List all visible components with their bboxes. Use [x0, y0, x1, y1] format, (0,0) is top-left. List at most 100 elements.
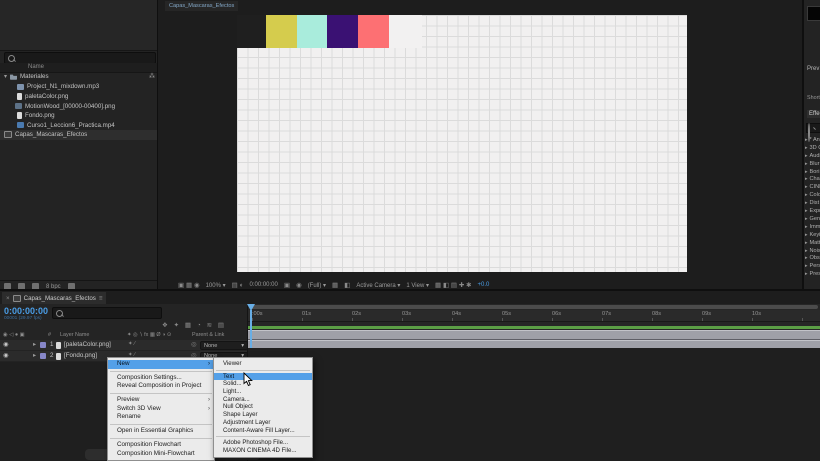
submenu-item-solid[interactable]: Solid...: [214, 380, 312, 388]
magnification-dropdown[interactable]: 100% ▾: [206, 282, 226, 289]
effect-category[interactable]: ▸3D C: [805, 144, 820, 152]
submenu-item-cinema4d-file[interactable]: MAXON CINEMA 4D File...: [214, 447, 312, 455]
project-item-label[interactable]: Materiales: [20, 73, 49, 80]
snapshot-icon[interactable]: ▣: [284, 281, 290, 289]
menu-item-open-essential-graphics[interactable]: Open in Essential Graphics: [108, 427, 214, 436]
channel-icon[interactable]: ◉: [296, 281, 302, 289]
project-item[interactable]: Curso1_Leccion6_Practica.mp4: [0, 121, 174, 131]
viewer-tab[interactable]: Capas_Mascaras_Efectos: [165, 1, 238, 11]
layer-name[interactable]: [Fondo.png]: [64, 352, 97, 359]
twirl-right-icon[interactable]: ▸: [33, 341, 36, 348]
eye-icon[interactable]: ◉: [3, 352, 8, 359]
current-timecode[interactable]: 0:00:00:00: [4, 306, 48, 316]
effect-category[interactable]: ▸Keyi: [805, 231, 820, 239]
layer-label-color[interactable]: [40, 342, 46, 348]
effect-category[interactable]: ▸Dist: [805, 199, 820, 207]
menu-item-preview[interactable]: Preview›: [108, 396, 214, 405]
effects-search-input[interactable]: [806, 123, 820, 133]
camera-dropdown[interactable]: Active Camera ▾: [356, 282, 400, 289]
panel-menu-icon[interactable]: ≡: [99, 295, 103, 302]
submenu-item-content-aware-fill[interactable]: Content-Aware Fill Layer...: [214, 427, 312, 435]
project-item-label[interactable]: Capas_Mascaras_Efectos: [15, 131, 87, 138]
project-item-composition[interactable]: Capas_Mascaras_Efectos: [0, 130, 161, 140]
submenu-item-photoshop-file[interactable]: Adobe Photoshop File...: [214, 439, 312, 447]
roi-icon[interactable]: ▦: [332, 281, 338, 289]
submenu-item-text[interactable]: Text: [214, 373, 312, 381]
ruler-tick: 04s: [452, 311, 461, 317]
effect-category[interactable]: ▸Bori: [805, 168, 820, 176]
submenu-item-camera[interactable]: Camera...: [214, 396, 312, 404]
layer-switches[interactable]: ✦ ∕: [128, 341, 135, 347]
viewer-timecode[interactable]: 0:00:00:00: [250, 282, 278, 288]
twirl-right-icon[interactable]: ▸: [33, 352, 36, 359]
effect-category[interactable]: ▸Colo: [805, 191, 820, 199]
submenu-item-viewer[interactable]: Viewer: [214, 360, 312, 368]
effect-category[interactable]: ▸Nois: [805, 247, 820, 255]
close-icon[interactable]: ×: [6, 295, 10, 302]
menu-item-composition-settings[interactable]: Composition Settings...: [108, 374, 214, 383]
effects-presets-tab[interactable]: Effec: [807, 110, 820, 118]
project-item[interactable]: Project_N1_mixdown.mp3: [0, 82, 174, 92]
transparency-grid-icon[interactable]: ◧: [344, 281, 350, 289]
layer-name-column-header[interactable]: Layer Name: [60, 332, 89, 338]
flowchart-badge-icon[interactable]: ⁂: [149, 73, 155, 80]
name-column-header[interactable]: Name: [28, 64, 44, 70]
playhead-line[interactable]: [250, 310, 252, 348]
composition-canvas[interactable]: [237, 15, 687, 272]
submenu-item-adjustment-layer[interactable]: Adjustment Layer: [214, 419, 312, 427]
menu-item-switch-3d-view[interactable]: Switch 3D View›: [108, 405, 214, 414]
timeline-toolbar-icons[interactable]: ❖ ✦ ▦ ◔ ≋ ▤: [162, 321, 226, 329]
menu-item-new[interactable]: New›: [108, 360, 214, 369]
project-item-label[interactable]: MotionWood_[00000-00400].png: [25, 103, 115, 110]
effect-category[interactable]: ▸Imme: [805, 223, 820, 231]
resolution-dropdown[interactable]: (Full) ▾: [308, 282, 326, 289]
effect-category[interactable]: ▸Expr: [805, 207, 820, 215]
menu-item-composition-flowchart[interactable]: Composition Flowchart: [108, 441, 214, 450]
twirl-down-icon[interactable]: ▾: [4, 73, 7, 80]
submenu-item-light[interactable]: Light...: [214, 388, 312, 396]
project-item-label[interactable]: paletaColor.png: [25, 93, 68, 100]
grid-guides-icon[interactable]: ▤ ◐: [232, 281, 244, 289]
effect-category[interactable]: ▸Blur: [805, 160, 820, 168]
project-item-label[interactable]: Curso1_Leccion6_Practica.mp4: [27, 122, 115, 129]
preview-panel-tab[interactable]: Prev: [807, 66, 819, 72]
exposure-value[interactable]: +0.0: [478, 282, 490, 288]
effect-category[interactable]: ▸Chan: [805, 176, 820, 184]
menu-item-rename[interactable]: Rename: [108, 413, 214, 422]
project-item-label[interactable]: Fondo.png: [25, 112, 55, 119]
project-item-label[interactable]: Project_N1_mixdown.mp3: [27, 83, 99, 90]
timeline-search-input[interactable]: [52, 307, 162, 319]
effect-category[interactable]: ▸CINE: [805, 183, 820, 191]
fill-color-swatch[interactable]: [807, 6, 820, 21]
effect-category[interactable]: ▸Obso: [805, 255, 820, 263]
project-item-folder[interactable]: ▾ Materiales ⁂: [0, 72, 161, 82]
number-column-header[interactable]: #: [48, 332, 51, 338]
always-preview-icon[interactable]: ▣ ▦ ◉: [178, 281, 200, 289]
submenu-item-shape-layer[interactable]: Shape Layer: [214, 411, 312, 419]
pickwhip-icon[interactable]: ◎: [191, 341, 196, 348]
parent-dropdown[interactable]: None▾: [200, 341, 248, 350]
pixel-aspect-icon[interactable]: ▦ ◧ ▤ ✚ ✱: [435, 281, 472, 289]
effect-category[interactable]: ▸Gene: [805, 215, 820, 223]
time-navigator-bar[interactable]: [250, 305, 818, 309]
project-item[interactable]: MotionWood_[00000-00400].png: [0, 102, 172, 112]
submenu-item-null-object[interactable]: Null Object: [214, 403, 312, 411]
view-layout-dropdown[interactable]: 1 View ▾: [406, 282, 429, 289]
time-ruler[interactable]: :00s 01s 02s 03s 04s 05s 06s 07s 08s 09s…: [248, 310, 820, 322]
parent-link-column-header[interactable]: Parent & Link: [192, 332, 224, 338]
menu-item-composition-mini-flowchart[interactable]: Composition Mini-Flowchart: [108, 450, 214, 459]
project-item[interactable]: Fondo.png: [0, 111, 174, 121]
effect-category[interactable]: ▸Matt: [805, 239, 820, 247]
timeline-tab[interactable]: × Capas_Mascaras_Efectos ≡: [2, 292, 106, 304]
layer-label-color[interactable]: [40, 353, 46, 359]
layer-row[interactable]: ◉ ▸ 1 [paletaColor.png] ✦ ∕ ◎ None▾: [0, 340, 247, 351]
menu-item-reveal-composition[interactable]: Reveal Composition in Project: [108, 382, 214, 391]
effect-category[interactable]: ▸* Ani: [805, 136, 820, 144]
effect-category[interactable]: ▸Pers: [805, 262, 820, 270]
effect-category[interactable]: ▸Audi: [805, 152, 820, 160]
layer-name[interactable]: [paletaColor.png]: [64, 341, 111, 348]
project-item[interactable]: paletaColor.png: [0, 92, 174, 102]
effect-category[interactable]: ▸Pres: [805, 270, 820, 278]
eye-icon[interactable]: ◉: [3, 341, 8, 348]
layer-duration-bar[interactable]: [248, 330, 820, 340]
